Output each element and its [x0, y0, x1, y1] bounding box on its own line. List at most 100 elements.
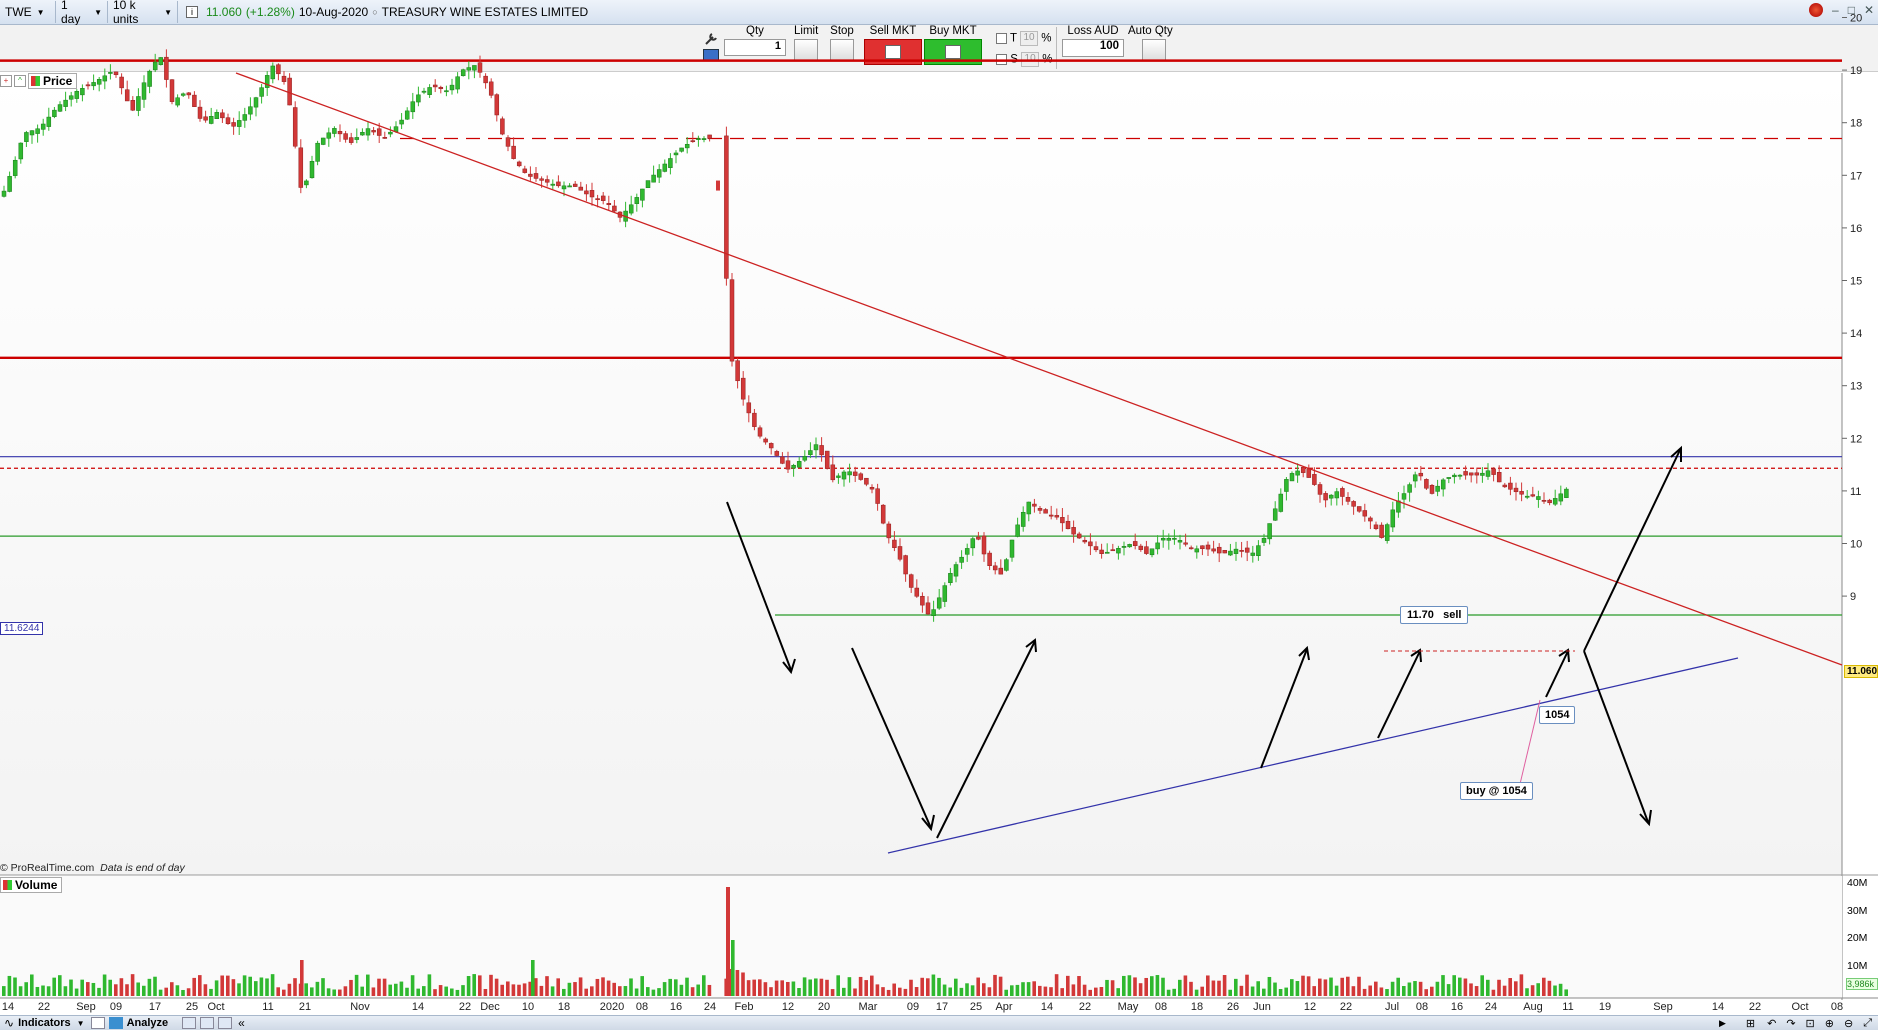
fullscreen-icon[interactable]: ⤢ [1863, 1017, 1872, 1030]
candle-body [259, 87, 264, 97]
volume-bar [1525, 988, 1529, 996]
volume-bar [1480, 975, 1484, 996]
zoom-fit-icon[interactable]: ⊡ [1806, 1017, 1815, 1030]
candle-body [1188, 547, 1194, 550]
analyze-button[interactable]: Analyze [127, 1017, 169, 1029]
volume-bar [153, 976, 157, 996]
collapse-icon[interactable]: + [0, 75, 12, 87]
zoom-in-icon[interactable]: ⊕ [1825, 1017, 1834, 1030]
x-axis-labels: 14 22 Sep 09 17 25 Oct 11 21 Nov 14 22 Dec 10 18 2020 08… [2, 1001, 1843, 1013]
analyze-icon[interactable] [108, 1017, 123, 1029]
volume-bar [1486, 979, 1490, 996]
x-tick-label: 11 [262, 1001, 273, 1013]
x-tick-label: 17 [149, 1001, 161, 1013]
candle-body [634, 197, 640, 204]
redo-icon[interactable]: ↷ [1786, 1017, 1795, 1030]
volume-bar [780, 980, 784, 996]
volume-bar [472, 974, 476, 996]
volume-bar [797, 988, 801, 996]
volume-bar [1021, 982, 1025, 996]
candle-body [1541, 499, 1547, 502]
candle-body [1496, 472, 1502, 483]
volume-bar [987, 987, 992, 996]
volume-bar [847, 977, 852, 996]
zoom-out-icon[interactable]: ⊖ [1844, 1017, 1853, 1030]
candle-body [1379, 524, 1384, 538]
volume-bar [293, 978, 297, 996]
expand-icon[interactable]: ^ [14, 75, 26, 87]
sell-callout[interactable]: 11.70 sell [1400, 606, 1469, 624]
level-callout[interactable]: 1054 [1539, 706, 1576, 724]
candle-body [796, 461, 802, 468]
candle-body [763, 438, 768, 443]
candle-body [880, 504, 886, 524]
volume-bar [1351, 986, 1356, 996]
bar-icon[interactable] [90, 1017, 105, 1029]
volume-bar [1441, 975, 1445, 996]
candle-body [231, 122, 236, 127]
volume-bar [399, 981, 404, 996]
candle-body [690, 140, 696, 143]
price-legend[interactable]: Price [28, 73, 78, 89]
y-tick-label: 14 [1850, 328, 1862, 340]
candle-body [1474, 472, 1480, 476]
candle-body [645, 180, 651, 189]
volume-bar [731, 940, 735, 996]
candle-body [102, 75, 108, 82]
candle-body [1491, 468, 1496, 475]
x-tick-label: 14 [1712, 1001, 1724, 1013]
x-tick-label: 17 [936, 1001, 948, 1013]
volume-bar [1239, 985, 1244, 996]
candle-body [1177, 540, 1183, 543]
candle-body [337, 131, 343, 135]
y-tick-label: 10 [1850, 539, 1862, 551]
candle-body [1300, 467, 1306, 473]
tools-icon[interactable] [200, 1017, 215, 1029]
volume-bar [231, 979, 236, 996]
candle-body [936, 597, 942, 609]
volume-bar [640, 976, 644, 996]
pencil-icon[interactable] [218, 1017, 233, 1029]
x-tick-label: 18 [1191, 1001, 1203, 1013]
cursor-icon[interactable]: ⊞ [1746, 1017, 1755, 1030]
candle-body [729, 279, 735, 362]
volume-bar [1200, 986, 1204, 996]
volume-bar [142, 985, 146, 996]
current-price-tag: 11.060 [1844, 665, 1878, 678]
volume-bar [1206, 975, 1210, 996]
candle-body [1009, 539, 1015, 558]
volume-bar [1166, 989, 1171, 996]
candle-body [858, 473, 864, 480]
volume-bar [58, 975, 62, 996]
calendar-icon[interactable] [182, 1017, 197, 1029]
double-chevron-left-icon[interactable]: « [238, 1016, 245, 1030]
x-tick-label: 16 [670, 1001, 682, 1013]
candle-body [1093, 546, 1099, 551]
candle-body [903, 555, 908, 575]
undo-icon[interactable]: ↶ [1767, 1017, 1776, 1030]
indicator-icon[interactable]: ∿ [4, 1016, 14, 1030]
volume-bar [1368, 985, 1372, 996]
volume-bar [1446, 984, 1451, 996]
candle-body [595, 198, 600, 201]
volume-bar [438, 985, 443, 996]
scroll-right-icon[interactable]: ▶ [1719, 1018, 1726, 1029]
volume-bar [237, 983, 241, 996]
candle-body [572, 183, 578, 187]
volume-bar [970, 985, 975, 996]
volume-bar [1385, 989, 1389, 996]
volume-bar [584, 988, 588, 996]
price-chart[interactable]: 9 10 11 12 13 14 15 16 17 18 19 20 14 22 Sep 09 17 25 Oct… [0, 0, 1878, 1030]
candle-body [444, 90, 449, 93]
candle-body [124, 89, 130, 102]
volume-bar [433, 989, 437, 996]
candle-body [354, 137, 360, 140]
volume-bar [1267, 976, 1272, 996]
volume-bar [903, 988, 908, 996]
chevron-down-icon[interactable]: ▼ [77, 1019, 85, 1028]
volume-bar [842, 987, 846, 996]
volume-legend[interactable]: Volume [0, 877, 63, 893]
candle-body [1216, 546, 1222, 554]
indicators-button[interactable]: Indicators [18, 1017, 71, 1029]
buy-callout[interactable]: buy @ 1054 [1460, 782, 1533, 800]
